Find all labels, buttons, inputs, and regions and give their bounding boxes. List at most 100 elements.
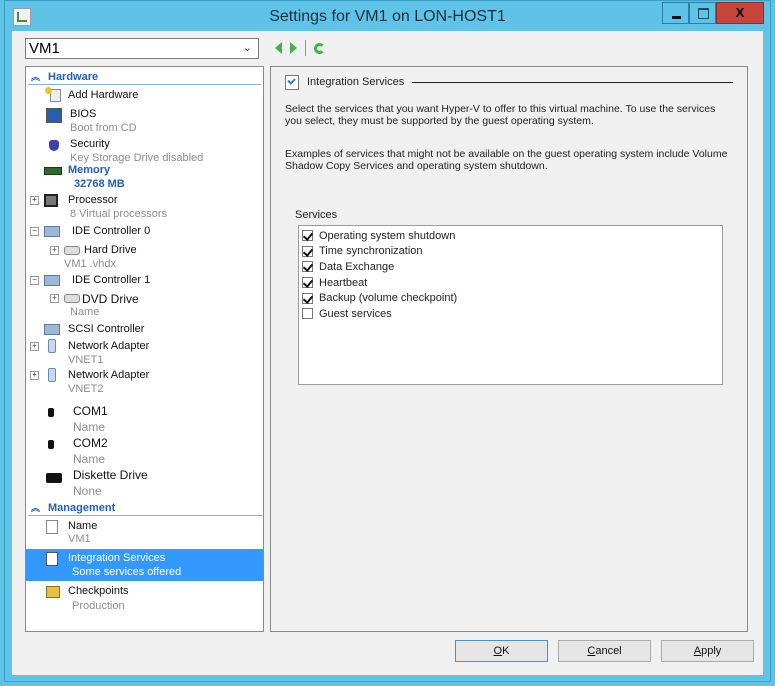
tree-item-network-adapter-1[interactable]: + Network Adapter VNET1 — [26, 339, 263, 367]
integration-services-icon — [285, 74, 299, 90]
tree-item-security[interactable]: Security Key Storage Drive disabled — [26, 137, 263, 165]
title-bar[interactable]: Settings for VM1 on LON-HOST1 X — [5, 1, 770, 31]
service-checkbox[interactable] — [302, 292, 313, 304]
section-header: Integration Services — [285, 74, 733, 90]
category-label: Hardware — [48, 71, 99, 83]
tree-item-diskette-drive[interactable]: Diskette Drive None — [26, 467, 263, 498]
service-name: Heartbeat — [319, 276, 368, 289]
vm-selector[interactable]: VM1 ⌄ — [25, 38, 259, 59]
description-text: Select the services that you want Hyper-… — [285, 103, 716, 127]
memory-icon — [44, 167, 62, 175]
category-label: Management — [48, 502, 116, 514]
service-name: Data Exchange — [319, 260, 395, 273]
apply-label: pply — [701, 645, 722, 657]
hard-drive-icon — [64, 246, 80, 255]
service-checkbox[interactable] — [302, 230, 313, 242]
service-item[interactable]: Heartbeat — [299, 275, 722, 291]
service-item[interactable]: Data Exchange — [299, 259, 722, 275]
service-item[interactable]: Time synchronization — [299, 244, 722, 260]
ok-button[interactable]: OK — [455, 640, 548, 662]
collapse-tree-icon[interactable]: − — [30, 227, 39, 236]
network-adapter-icon — [48, 368, 56, 382]
service-name: Backup (volume checkpoint) — [319, 292, 458, 305]
processor-icon — [44, 194, 58, 207]
maximize-button[interactable] — [689, 2, 716, 24]
collapse-icon: ︽ — [31, 72, 41, 82]
com-port-icon — [48, 440, 54, 449]
forward-arrow-icon[interactable] — [290, 42, 297, 54]
tree-item-ide-controller-0[interactable]: − IDE Controller 0 — [26, 224, 263, 240]
expand-icon[interactable]: + — [30, 196, 39, 205]
close-button[interactable]: X — [716, 2, 764, 24]
diskette-drive-icon — [46, 473, 62, 483]
section-title: Integration Services — [307, 76, 405, 88]
name-icon — [46, 520, 58, 534]
services-label: Services — [295, 209, 338, 221]
tree-item-com1[interactable]: COM1 Name — [26, 403, 263, 434]
service-name: Time synchronization — [319, 245, 423, 258]
settings-window: Settings for VM1 on LON-HOST1 X VM1 ⌄ ︽ … — [4, 0, 771, 682]
tree-item-ide-controller-1[interactable]: − IDE Controller 1 — [26, 273, 263, 289]
settings-tree: ︽ Hardware Add Hardware BIOS Boot from C… — [25, 66, 264, 632]
tree-item-memory[interactable]: Memory 32768 MB — [26, 163, 263, 191]
checkpoints-icon — [46, 586, 60, 598]
tree-item-processor[interactable]: + Processor 8 Virtual processors — [26, 193, 263, 221]
expand-icon[interactable]: + — [30, 371, 39, 380]
toolbar-separator — [305, 40, 306, 56]
back-arrow-icon[interactable] — [275, 42, 282, 54]
ide-controller-icon — [44, 226, 60, 237]
service-checkbox[interactable] — [302, 245, 313, 257]
service-name: Operating system shutdown — [319, 229, 456, 242]
chevron-down-icon: ⌄ — [242, 42, 252, 54]
minimize-button[interactable] — [662, 2, 689, 24]
services-list: Operating system shutdown Time synchroniz… — [298, 225, 723, 385]
ok-accel: O — [493, 645, 503, 657]
tree-item-name[interactable]: Name VM1 — [26, 519, 263, 547]
apply-button[interactable]: Apply — [661, 640, 754, 662]
category-management[interactable]: ︽ Management — [28, 501, 263, 516]
integration-services-icon — [46, 552, 58, 566]
ok-label: K — [502, 645, 510, 657]
collapse-icon: ︽ — [31, 503, 41, 513]
refresh-icon[interactable] — [314, 42, 325, 54]
scsi-controller-icon — [44, 324, 60, 335]
network-adapter-icon — [48, 339, 56, 353]
service-checkbox[interactable] — [302, 277, 313, 289]
tree-item-checkpoints[interactable]: Checkpoints Production — [26, 584, 263, 614]
service-checkbox[interactable] — [302, 308, 313, 320]
tree-item-network-adapter-2[interactable]: + Network Adapter VNET2 — [26, 368, 263, 396]
tree-item-integration-services[interactable]: Integration Services Some services offer… — [26, 549, 263, 581]
service-name: Guest services — [319, 307, 392, 320]
add-hardware-icon — [45, 87, 61, 102]
dvd-drive-icon — [64, 294, 80, 303]
apply-accel: A — [693, 645, 702, 657]
expand-icon[interactable]: + — [50, 246, 59, 255]
header-divider — [412, 81, 733, 83]
tree-item-bios[interactable]: BIOS Boot from CD — [26, 107, 263, 135]
bios-icon — [46, 108, 62, 123]
dialog-client: VM1 ⌄ ︽ Hardware Add Hardware BIOS Boot … — [12, 31, 763, 675]
tree-item-com2[interactable]: COM2 Name — [26, 435, 263, 466]
com-port-icon — [48, 408, 54, 417]
tree-item-dvd-drive[interactable]: + DVD Drive Name — [26, 291, 263, 319]
tree-item-hard-drive[interactable]: + Hard Drive VM1 .vhdx — [26, 243, 263, 271]
tree-item-scsi-controller[interactable]: SCSI Controller — [26, 322, 263, 338]
ide-controller-icon — [44, 275, 60, 286]
tree-item-add-hardware[interactable]: Add Hardware — [26, 87, 263, 104]
service-item[interactable]: Operating system shutdown — [299, 228, 722, 244]
cancel-label: ancel — [595, 645, 622, 657]
close-icon: X — [735, 5, 745, 20]
shield-icon — [49, 140, 59, 151]
expand-icon[interactable]: + — [30, 342, 39, 351]
service-checkbox[interactable] — [302, 261, 313, 273]
expand-icon[interactable]: + — [50, 294, 59, 303]
service-item[interactable]: Guest services — [299, 306, 722, 322]
examples-text: Examples of services that might not be a… — [285, 148, 728, 172]
collapse-tree-icon[interactable]: − — [30, 276, 39, 285]
window-title: Settings for VM1 on LON-HOST1 — [269, 8, 506, 25]
cancel-button[interactable]: Cancel — [558, 640, 651, 662]
category-hardware[interactable]: ︽ Hardware — [28, 70, 261, 85]
vm-selected-value: VM1 — [29, 40, 60, 57]
service-item[interactable]: Backup (volume checkpoint) — [299, 290, 722, 306]
details-panel: Integration Services Select the services… — [270, 66, 748, 632]
